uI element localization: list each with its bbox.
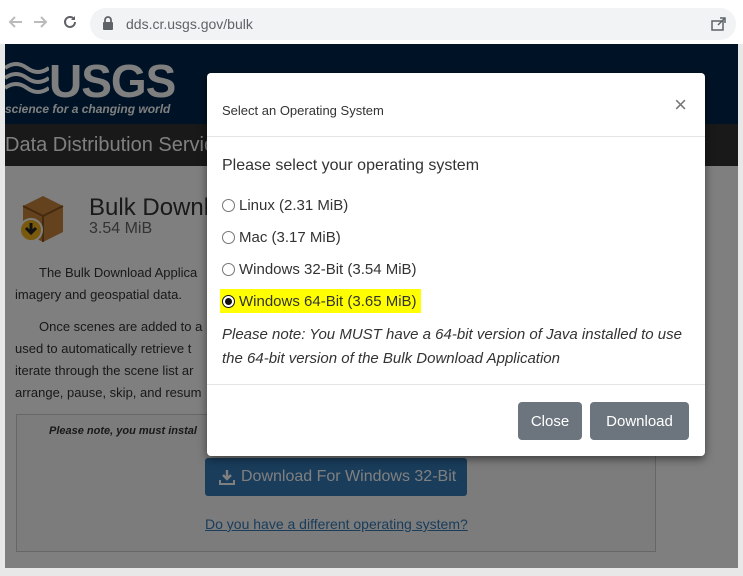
screenshot-frame: dds.cr.usgs.gov/bulk USGS science for a … — [0, 0, 743, 576]
window-edge-bottom — [0, 568, 743, 576]
close-button[interactable]: Close — [518, 402, 582, 440]
modal-body: Please select your operating system Linu… — [207, 137, 705, 385]
download-button[interactable]: Download — [590, 402, 689, 440]
reload-icon[interactable] — [58, 10, 82, 34]
os-option-mac[interactable]: Mac (3.17 MiB) — [222, 225, 341, 249]
radio-button[interactable] — [222, 230, 235, 244]
url-text: dds.cr.usgs.gov/bulk — [126, 16, 253, 32]
lock-icon — [102, 16, 116, 32]
modal-footer: Close Download — [207, 385, 705, 456]
java-64bit-note: Please note: You MUST have a 64-bit vers… — [222, 326, 682, 367]
back-icon[interactable] — [4, 10, 28, 34]
os-option-windows-64[interactable]: Windows 64-Bit (3.65 MiB) — [220, 289, 421, 313]
address-bar[interactable]: dds.cr.usgs.gov/bulk — [90, 8, 736, 40]
radio-button-selected[interactable] — [222, 294, 235, 308]
window-edge-right — [738, 44, 743, 576]
option-label: Windows 32-Bit (3.54 MiB) — [239, 260, 417, 278]
share-icon[interactable] — [710, 16, 726, 32]
close-icon[interactable]: × — [674, 94, 687, 116]
option-label: Windows 64-Bit (3.65 MiB) — [239, 292, 417, 310]
os-select-modal: Select an Operating System × Please sele… — [207, 73, 705, 456]
radio-button[interactable] — [222, 198, 235, 212]
os-prompt: Please select your operating system — [222, 157, 480, 174]
os-option-linux[interactable]: Linux (2.31 MiB) — [222, 193, 348, 217]
window-edge-left — [0, 44, 5, 576]
modal-title: Select an Operating System — [222, 103, 384, 118]
option-label: Mac (3.17 MiB) — [239, 228, 341, 246]
forward-icon[interactable] — [28, 10, 52, 34]
option-label: Linux (2.31 MiB) — [239, 196, 349, 214]
modal-header: Select an Operating System × — [207, 73, 705, 137]
radio-button[interactable] — [222, 262, 235, 276]
os-option-windows-32[interactable]: Windows 32-Bit (3.54 MiB) — [222, 257, 417, 281]
browser-toolbar: dds.cr.usgs.gov/bulk — [0, 0, 743, 44]
